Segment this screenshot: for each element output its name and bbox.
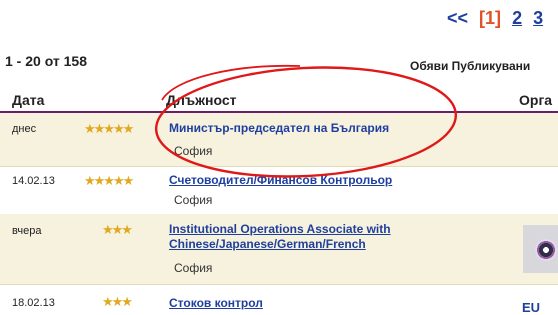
annotation-ellipse: [154, 64, 458, 178]
